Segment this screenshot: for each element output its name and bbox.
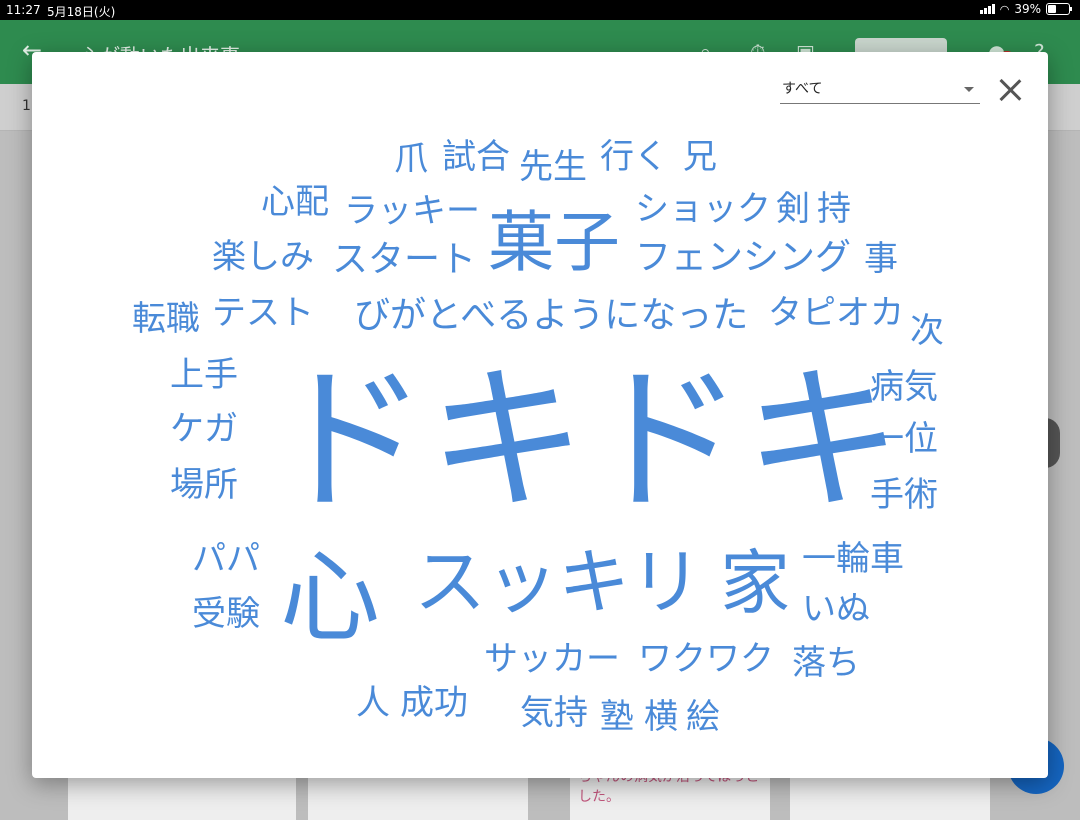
word-tanoshimi: 楽しみ <box>212 237 314 277</box>
word-sensei: 先生 <box>519 147 587 187</box>
word-ichii: 一位 <box>870 419 938 459</box>
word-ochi: 落ち <box>792 643 860 683</box>
word-kokoro: 心 <box>280 539 380 656</box>
word-mochi: 持 <box>817 189 851 229</box>
word-tapioca: タピオカ <box>768 293 904 333</box>
status-date: 5月18日(火) <box>47 5 116 19</box>
word-juku: 塾 <box>600 697 634 737</box>
word-seikou: 成功 <box>400 683 468 723</box>
word-kashi: 菓子 <box>488 204 620 281</box>
word-bigatobe: びがとべるようになった <box>354 295 749 336</box>
word-doki: ドキドキ <box>270 349 902 533</box>
word-kimochi: 気持 <box>520 693 588 733</box>
word-juken: 受験 <box>192 594 260 634</box>
battery-fill <box>1048 5 1056 13</box>
battery-icon <box>1046 3 1072 15</box>
sub-bar-number: 1 <box>22 98 31 114</box>
word-tsume: 爪 <box>394 139 428 179</box>
status-right: ◠ 39% <box>979 2 1072 16</box>
word-ani: 兄 <box>683 137 717 177</box>
word-lucky: ラッキー <box>344 191 480 231</box>
word-tsugi: 次 <box>910 311 944 351</box>
word-sukkiri: スッキリ <box>414 540 703 624</box>
word-shinpai: 心配 <box>261 182 329 222</box>
wifi-icon: ◠ <box>999 2 1010 16</box>
word-basho: 場所 <box>170 465 238 505</box>
word-tenshoku: 転職 <box>132 299 200 339</box>
word-koto: 事 <box>864 239 898 279</box>
word-hito: 人 <box>356 683 390 723</box>
word-yoko: 横 <box>644 697 678 737</box>
word-kega: ケガ <box>170 409 238 449</box>
word-cloud: 爪試合 先生 行く兄心配 ラッキー 菓子 ショック剣持楽しみ スタート フェンシング事転職 テス… <box>32 52 1048 778</box>
word-cloud-dialog: すべて 爪試合 先生 行く兄心配 ラッキー 菓子 ショック剣持楽しみ スタート フェンシング事… <box>32 52 1048 778</box>
word-shiai: 試合 <box>442 137 510 177</box>
word-fencing: フェンシング <box>635 237 852 278</box>
word-iku: 行く <box>600 137 668 177</box>
word-ichirinsha: 一輪車 <box>802 539 904 579</box>
word-inu: いぬ <box>802 589 870 629</box>
battery-percent: 39% <box>1014 2 1041 16</box>
word-jouzu: 上手 <box>170 355 238 395</box>
word-soccer: サッカー <box>484 639 620 679</box>
signal-icon <box>979 4 995 14</box>
word-test: テスト <box>212 293 314 333</box>
word-wakuwaku: ワクワク <box>638 639 774 679</box>
word-start: スタート <box>332 239 477 280</box>
word-ken: 剣 <box>776 189 810 229</box>
word-e: 絵 <box>686 697 720 737</box>
word-shock: ショック <box>635 189 771 229</box>
word-byouki: 病気 <box>870 367 938 407</box>
word-shujutsu: 手術 <box>870 475 938 515</box>
word-papa: パパ <box>192 539 260 579</box>
status-bar: 11:27 5月18日(火) ◠ 39% <box>0 0 1080 20</box>
status-time: 11:27 <box>6 3 41 17</box>
word-ie: 家 <box>720 542 790 624</box>
